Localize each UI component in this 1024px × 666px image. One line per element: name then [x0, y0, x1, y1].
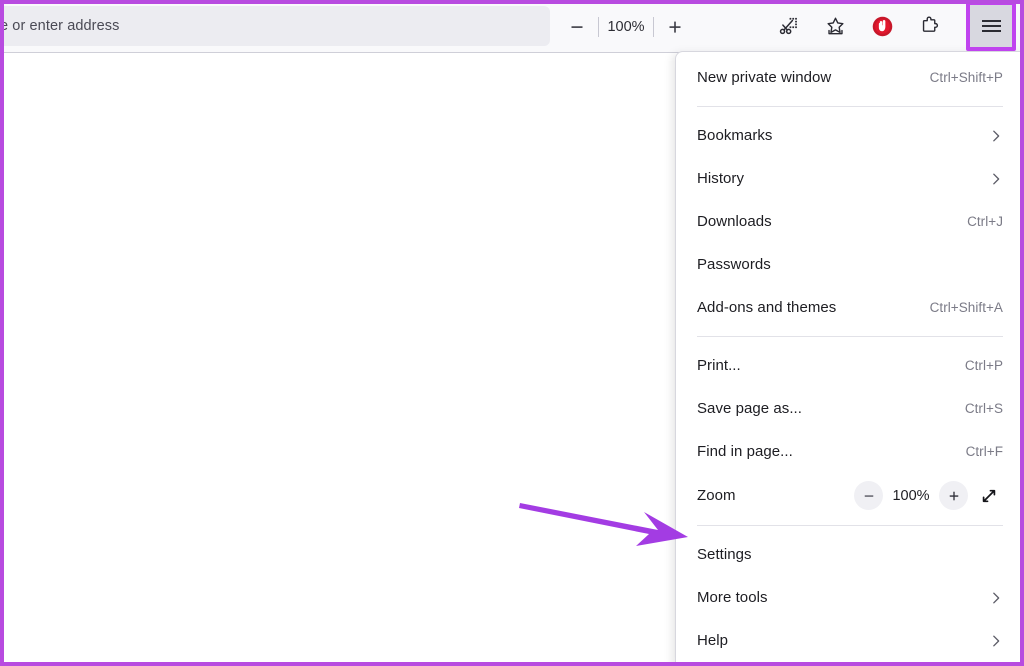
screenshot-scissors-button[interactable]: [772, 11, 804, 43]
extensions-puzzle-icon: [922, 16, 938, 32]
menu-item-label: Bookmarks: [697, 127, 773, 144]
chevron-right-icon: [993, 635, 1000, 646]
app-menu-panel: New private window Ctrl+Shift+P Bookmark…: [675, 51, 1024, 666]
menu-item-settings[interactable]: Settings: [676, 533, 1024, 576]
menu-item-label: Find in page...: [697, 443, 793, 460]
menu-item-find-in-page[interactable]: Find in page... Ctrl+F: [676, 430, 1024, 473]
menu-item-label: Downloads: [697, 213, 772, 230]
menu-zoom-controls: 100%: [854, 481, 1003, 510]
address-bar-placeholder: e or enter address: [0, 18, 120, 34]
menu-divider-2: [697, 336, 1003, 337]
menu-item-label: Settings: [697, 546, 752, 563]
toolbar-zoom-out-button[interactable]: [560, 10, 594, 44]
ublock-shield-icon: [872, 16, 892, 37]
menu-item-passwords[interactable]: Passwords: [676, 243, 1024, 286]
toolbar-separator-2: [653, 16, 654, 37]
menu-item-bookmarks[interactable]: Bookmarks: [676, 114, 1024, 157]
toolbar-separator: [598, 16, 599, 37]
menu-item-label: Help: [697, 632, 729, 649]
minus-icon: [571, 25, 583, 28]
toolbar-icon-group: [772, 0, 945, 53]
menu-item-label: Print...: [697, 357, 741, 374]
menu-divider-1: [697, 106, 1003, 107]
menu-item-shortcut: Ctrl+J: [967, 214, 1003, 229]
menu-zoom-value: 100%: [892, 487, 930, 504]
screenshot-scissors-icon: [779, 17, 797, 35]
address-bar[interactable]: e or enter address: [0, 6, 550, 46]
toolbar-zoom-level: 100%: [607, 18, 645, 35]
menu-item-new-private-window[interactable]: New private window Ctrl+Shift+P: [676, 56, 1024, 99]
menu-item-label: History: [697, 170, 745, 187]
menu-item-label: Passwords: [697, 256, 771, 273]
fullscreen-expand-icon: [982, 489, 995, 502]
menu-item-downloads[interactable]: Downloads Ctrl+J: [676, 200, 1024, 243]
menu-item-label: More tools: [697, 589, 768, 606]
menu-zoom-label: Zoom: [697, 487, 736, 504]
menu-zoom-in-button[interactable]: [939, 481, 968, 510]
minus-icon: [864, 494, 873, 497]
ublock-shield-button[interactable]: [866, 11, 898, 43]
menu-fullscreen-button[interactable]: [974, 481, 1003, 510]
menu-item-history[interactable]: History: [676, 157, 1024, 200]
bookmark-star-button[interactable]: [819, 11, 851, 43]
menu-item-label: New private window: [697, 69, 832, 86]
menu-item-shortcut: Ctrl+Shift+P: [929, 70, 1003, 85]
toolbar-zoom-in-button[interactable]: [658, 10, 692, 44]
menu-zoom-row: Zoom 100%: [676, 473, 1024, 518]
toolbar-zoom-cluster: 100%: [560, 0, 692, 53]
menu-item-shortcut: Ctrl+Shift+A: [929, 300, 1003, 315]
menu-item-shortcut: Ctrl+S: [964, 401, 1003, 416]
bookmark-star-icon: [826, 17, 844, 35]
plus-icon: [669, 21, 681, 33]
menu-zoom-out-button[interactable]: [854, 481, 883, 510]
menu-item-help[interactable]: Help: [676, 619, 1024, 662]
menu-item-shortcut: Ctrl+F: [965, 444, 1003, 459]
hamburger-menu-button[interactable]: [970, 5, 1012, 47]
menu-divider-3: [697, 525, 1003, 526]
chevron-right-icon: [993, 173, 1000, 184]
app-menu-highlight-box: [966, 1, 1016, 51]
menu-item-label: Add-ons and themes: [697, 299, 837, 316]
browser-toolbar: e or enter address 100%: [0, 0, 1024, 53]
browser-window: e or enter address 100% New private wind…: [0, 0, 1024, 666]
chevron-right-icon: [993, 130, 1000, 141]
hamburger-icon: [981, 18, 1001, 34]
menu-item-addons-and-themes[interactable]: Add-ons and themes Ctrl+Shift+A: [676, 286, 1024, 329]
chevron-right-icon: [993, 592, 1000, 603]
menu-item-more-tools[interactable]: More tools: [676, 576, 1024, 619]
extensions-puzzle-button[interactable]: [913, 11, 945, 43]
menu-item-shortcut: Ctrl+P: [964, 358, 1003, 373]
menu-item-save-page-as[interactable]: Save page as... Ctrl+S: [676, 387, 1024, 430]
menu-item-label: Save page as...: [697, 400, 802, 417]
plus-icon: [949, 491, 958, 500]
menu-item-print[interactable]: Print... Ctrl+P: [676, 344, 1024, 387]
